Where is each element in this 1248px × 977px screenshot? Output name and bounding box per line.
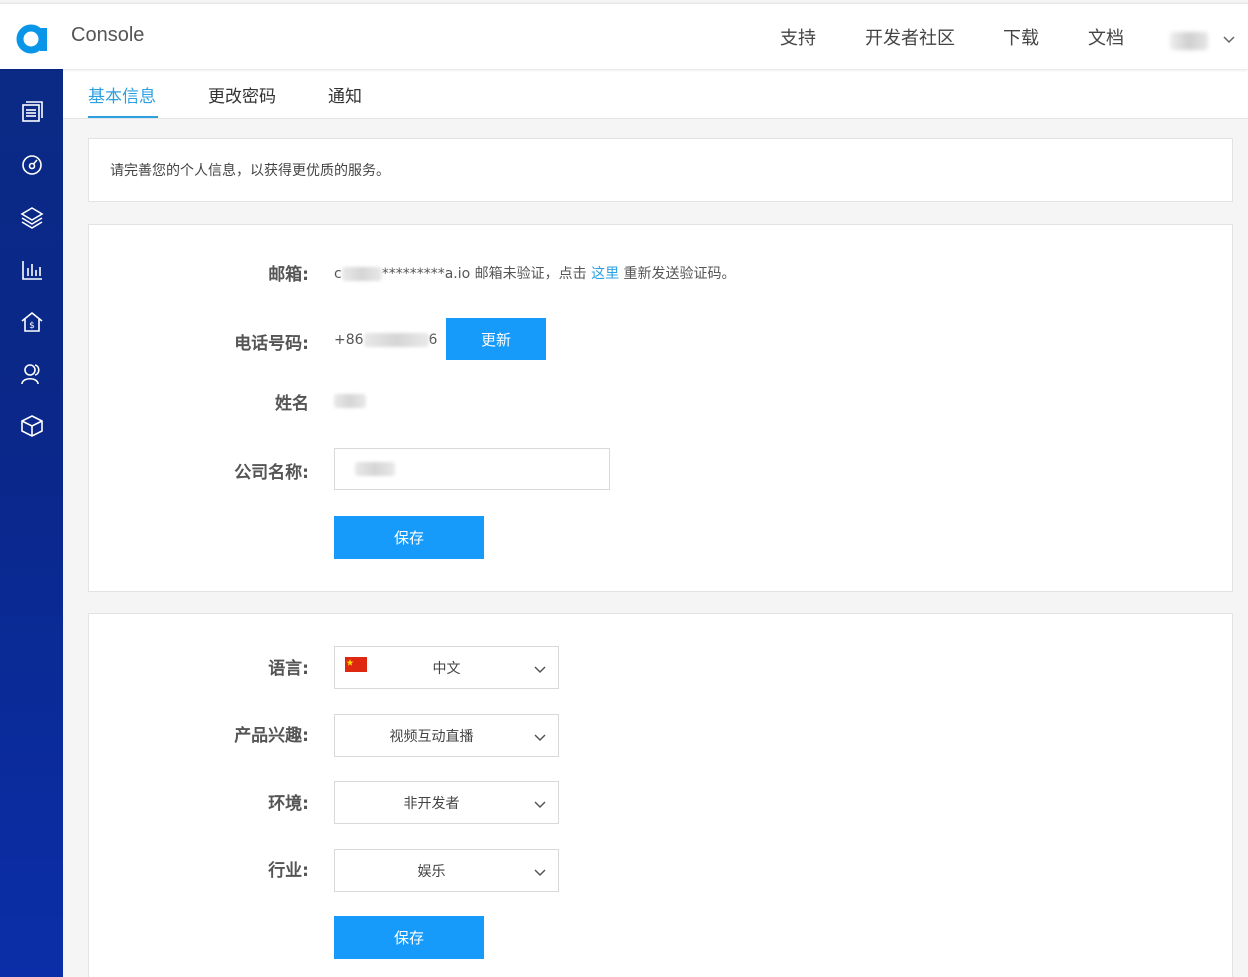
chevron-down-icon [534, 666, 546, 674]
tab-notifications[interactable]: 通知 [328, 82, 362, 107]
notice-text: 请完善您的个人信息，以获得更优质的服务。 [110, 163, 390, 179]
tab-bar: 基本信息 更改密码 通知 [63, 69, 1248, 119]
sidebar: $ [0, 69, 63, 977]
language-select[interactable]: 中文 [334, 646, 559, 689]
chevron-down-icon [534, 734, 546, 742]
nav-download[interactable]: 下载 [1003, 24, 1039, 50]
notice-card: 请完善您的个人信息，以获得更优质的服务。 [88, 138, 1233, 202]
email-value: c *********a.io 邮箱未验证，点击 这里 重新发送验证码。 [334, 266, 736, 282]
billing-icon[interactable]: $ [20, 310, 44, 334]
email-label: 邮箱: [268, 265, 309, 285]
users-icon[interactable] [20, 362, 44, 386]
interest-selected: 视频互动直播 [389, 729, 474, 745]
language-selected: 中文 [432, 661, 461, 677]
chevron-down-icon[interactable] [1221, 31, 1237, 47]
company-input[interactable] [334, 448, 610, 490]
svg-text:$: $ [29, 321, 35, 331]
profile-card: 邮箱: c *********a.io 邮箱未验证，点击 这里 重新发送验证码。 … [88, 224, 1233, 592]
layers-icon[interactable] [20, 205, 44, 229]
environment-select[interactable]: 非开发者 [334, 781, 559, 824]
chevron-down-icon [534, 869, 546, 877]
box-icon[interactable] [20, 414, 44, 438]
preferences-card: 语言: 中文 产品兴趣: 视频互动直播 环境: 非开发者 行业: 娱乐 保存 [88, 613, 1233, 977]
phone-label: 电话号码: [234, 334, 309, 354]
top-bar: Console 支持 开发者社区 下载 文档 [0, 3, 1248, 69]
save-profile-button[interactable]: 保存 [334, 516, 484, 559]
environment-label: 环境: [268, 794, 309, 814]
name-label: 姓名 [275, 394, 309, 414]
industry-selected: 娱乐 [417, 864, 446, 880]
china-flag-icon [345, 657, 367, 672]
brand-title[interactable]: Console [71, 24, 144, 47]
dashboard-icon[interactable] [20, 153, 44, 177]
user-menu[interactable] [1170, 32, 1208, 50]
interest-select[interactable]: 视频互动直播 [334, 714, 559, 757]
industry-select[interactable]: 娱乐 [334, 849, 559, 892]
nav-support[interactable]: 支持 [780, 24, 816, 50]
chevron-down-icon [534, 801, 546, 809]
industry-label: 行业: [268, 861, 309, 881]
phone-value: +86 6 [334, 332, 438, 348]
active-tab-indicator [88, 116, 158, 118]
logo-icon[interactable] [15, 21, 49, 55]
bar-chart-icon[interactable] [20, 258, 44, 282]
save-preferences-button[interactable]: 保存 [334, 916, 484, 959]
environment-selected: 非开发者 [403, 796, 460, 812]
tab-change-password[interactable]: 更改密码 [208, 82, 276, 107]
update-phone-button[interactable]: 更新 [446, 318, 546, 360]
interest-label: 产品兴趣: [234, 726, 309, 746]
language-label: 语言: [268, 659, 309, 679]
tab-basic-info[interactable]: 基本信息 [88, 82, 156, 107]
resend-verification-link[interactable]: 这里 [591, 266, 619, 282]
list-icon[interactable] [20, 100, 44, 124]
name-value [334, 394, 366, 408]
nav-docs[interactable]: 文档 [1088, 24, 1124, 50]
nav-developer-community[interactable]: 开发者社区 [865, 24, 955, 50]
company-label: 公司名称: [234, 463, 309, 483]
